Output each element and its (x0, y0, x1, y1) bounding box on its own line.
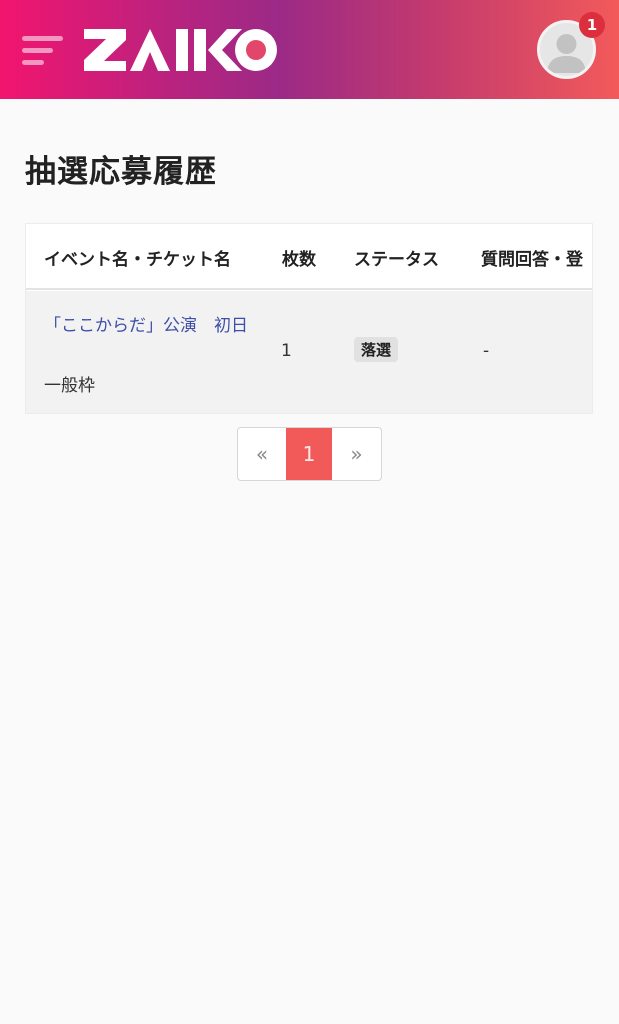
event-name-link[interactable]: 「ここからだ」公演 初日 (44, 311, 259, 341)
table-row: 「ここからだ」公演 初日 一般枠 1 落選 - (26, 291, 592, 413)
pagination-current-page[interactable]: 1 (286, 428, 332, 480)
answer-value: - (483, 341, 490, 361)
column-header-answer: 質問回答・登 (481, 250, 583, 270)
status-badge: 落選 (354, 337, 399, 362)
pagination-next-button[interactable]: » (332, 428, 381, 480)
app-header: 1 (0, 0, 619, 99)
ticket-quantity: 1 (281, 341, 292, 361)
column-header-event: イベント名・チケット名 (44, 250, 231, 270)
column-header-status: ステータス (354, 250, 439, 270)
zaiko-logo[interactable] (84, 27, 278, 73)
page-title: 抽選応募履歴 (25, 154, 217, 190)
ticket-name: 一般枠 (44, 376, 95, 396)
menu-icon[interactable] (22, 34, 66, 68)
pagination-prev-button[interactable]: « (238, 428, 286, 480)
lottery-history-table: イベント名・チケット名 枚数 ステータス 質問回答・登 「ここからだ」公演 初日… (25, 223, 593, 414)
notification-badge[interactable]: 1 (579, 12, 605, 38)
pagination: « 1 » (237, 427, 382, 481)
table-header: イベント名・チケット名 枚数 ステータス 質問回答・登 (26, 224, 592, 290)
column-header-quantity: 枚数 (282, 250, 316, 270)
